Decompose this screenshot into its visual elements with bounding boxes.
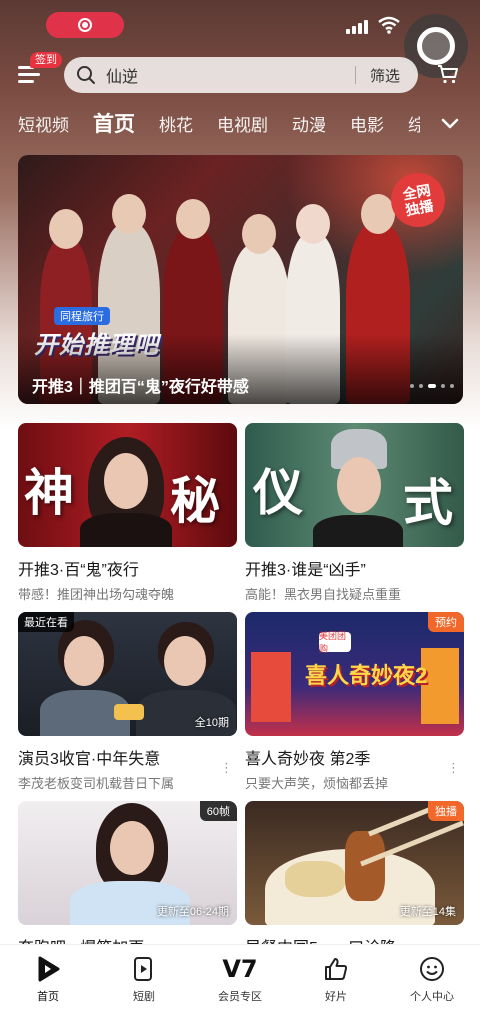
filter-button[interactable]: 筛选 [356, 65, 418, 86]
video-title: 喜人奇妙夜 第2季 [245, 751, 371, 768]
video-card[interactable]: 神 秘 开推3·百“鬼”夜行 带感！推团神出场勾魂夺魄 [18, 423, 237, 603]
episode-count: 全10期 [194, 717, 229, 729]
video-thumbnail: 最近在看 全10期 [18, 612, 237, 736]
bottom-navigation: 首页 短剧 V7 会员专区 好片 个人中心 [0, 944, 480, 1021]
sponsor-tag: 美团团购 [319, 631, 351, 654]
tab-short-video[interactable]: 短视频 [18, 111, 69, 136]
video-subtitle: 李茂老板变司机载昔日下属 [18, 776, 175, 791]
video-subtitle: 高能！黑衣男自找疑点重重 [245, 587, 402, 602]
record-icon [78, 18, 92, 32]
channel-tabs: 短视频 首页 桃花 电视剧 动漫 电影 综 [18, 108, 420, 138]
tab-tv-series[interactable]: 电视剧 [217, 111, 268, 136]
video-thumbnail: 神 秘 [18, 423, 237, 547]
nav-home[interactable]: 首页 [0, 945, 96, 1021]
video-card[interactable]: 独播 更新至14集 早餐中国5 · 一口诊降 [245, 801, 464, 958]
chevron-down-icon[interactable] [440, 116, 460, 130]
video-subtitle: 只要大声笑，烦恼都丢掉 [245, 776, 389, 791]
signal-icon [346, 20, 368, 34]
short-drama-icon [130, 955, 158, 983]
video-thumbnail: 60帧 更新至06-24期 [18, 801, 237, 925]
video-thumbnail: 仪 式 [245, 423, 464, 547]
tab-home[interactable]: 首页 [93, 108, 135, 138]
recently-watched-badge: 最近在看 [18, 612, 74, 632]
overlay-text: 神 [24, 463, 74, 522]
screen-record-indicator[interactable] [46, 12, 124, 38]
hero-banner[interactable]: 全网独播 同程旅行 开始推理吧 开推3｜推团百“鬼”夜行好带感 [18, 155, 463, 404]
update-status: 更新至06-24期 [156, 906, 229, 918]
home-play-icon [34, 955, 62, 983]
overlay-text: 秘 [170, 471, 220, 530]
partner-label: 同程旅行 [54, 307, 110, 325]
tab-movie[interactable]: 电影 [350, 111, 384, 136]
nav-profile[interactable]: 个人中心 [384, 945, 480, 1021]
video-thumbnail: 美团团购 喜人奇妙夜2 预约 [245, 612, 464, 736]
overlay-text: 仪 [253, 463, 303, 522]
video-title: 开推3·谁是“凶手” [245, 562, 366, 579]
frame-rate-badge: 60帧 [199, 801, 237, 821]
video-card[interactable]: 最近在看 全10期 演员3收官·中年失意 李茂老板变司机载昔日下属 ⋮ [18, 612, 237, 792]
banner-caption: 开推3｜推团百“鬼”夜行好带感 [32, 379, 249, 396]
search-input[interactable]: 仙逆 [106, 63, 355, 87]
reserve-badge: 预约 [428, 612, 464, 632]
more-options-icon[interactable]: ⋮ [447, 760, 460, 776]
poster-title: 喜人奇妙夜2 [305, 663, 428, 688]
more-options-icon[interactable]: ⋮ [220, 760, 233, 776]
video-thumbnail: 独播 更新至14集 [245, 801, 464, 925]
update-status: 更新至14集 [399, 906, 456, 918]
exclusive-badge: 独播 [428, 801, 464, 821]
video-title: 开推3·百“鬼”夜行 [18, 562, 139, 579]
video-card[interactable]: 仪 式 开推3·谁是“凶手” 高能！黑衣男自找疑点重重 [245, 423, 464, 603]
cart-icon[interactable] [436, 62, 460, 86]
thumbs-up-icon [322, 955, 350, 983]
carousel-indicator [410, 384, 454, 388]
video-card[interactable]: 美团团购 喜人奇妙夜2 预约 喜人奇妙夜 第2季 只要大声笑，烦恼都丢掉 ⋮ [245, 612, 464, 792]
tab-anime[interactable]: 动漫 [292, 111, 326, 136]
video-card[interactable]: 60帧 更新至06-24期 奔跑吧 · 爆笑加更 [18, 801, 237, 958]
overlay-text: 式 [403, 473, 453, 532]
wifi-icon [378, 16, 400, 34]
nav-good-films[interactable]: 好片 [288, 945, 384, 1021]
nav-vip[interactable]: V7 会员专区 [192, 945, 288, 1021]
sign-in-badge[interactable]: 签到 [30, 52, 62, 68]
profile-icon [418, 955, 446, 983]
tab-peach[interactable]: 桃花 [159, 111, 193, 136]
search-bar[interactable]: 仙逆 筛选 [64, 57, 418, 93]
vip-icon: V7 [222, 955, 258, 983]
nav-short-drama[interactable]: 短剧 [96, 945, 192, 1021]
search-icon [77, 66, 95, 84]
video-title: 演员3收官·中年失意 [18, 751, 161, 768]
video-subtitle: 带感！推团神出场勾魂夺魄 [18, 587, 175, 602]
tab-variety[interactable]: 综 [408, 111, 420, 136]
